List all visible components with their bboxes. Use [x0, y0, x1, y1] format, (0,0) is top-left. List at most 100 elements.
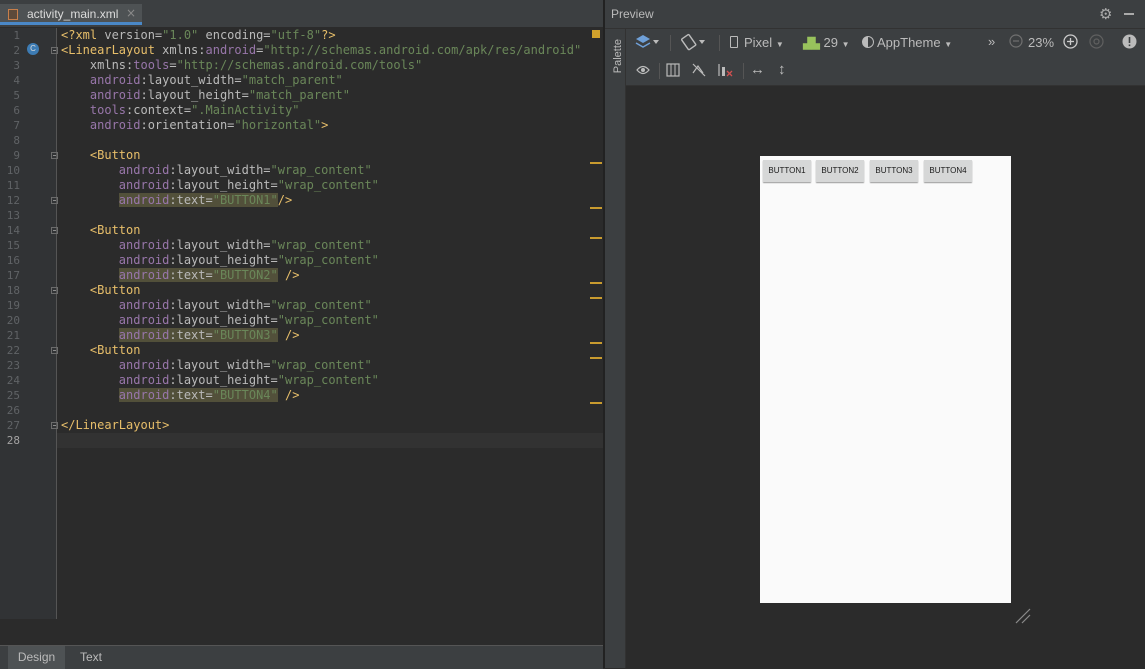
preview-secondary-toolbar: ↔ ↕	[626, 57, 1145, 86]
code-line[interactable]: android:layout_height="wrap_content"	[61, 253, 379, 268]
fold-marker-icon[interactable]	[51, 152, 58, 159]
blueprint-icon[interactable]	[666, 63, 680, 80]
code-token: android	[61, 88, 141, 102]
device-selector[interactable]: Pixel ▼	[730, 35, 784, 50]
horizontal-resize-icon[interactable]: ↔	[750, 61, 765, 78]
preview-button-2[interactable]: BUTTON2	[816, 160, 864, 182]
tab-design[interactable]: Design	[8, 646, 65, 669]
api-level-selector[interactable]: ▟▙ 29 ▼	[803, 35, 850, 50]
code-line[interactable]: <LinearLayout xmlns:android="http://sche…	[61, 43, 581, 58]
code-line[interactable]: xmlns:tools="http://schemas.android.com/…	[61, 58, 422, 73]
editor-tab-label: activity_main.xml	[27, 7, 119, 21]
code-line[interactable]: </LinearLayout>	[61, 418, 169, 433]
device-preview[interactable]: BUTTON1 BUTTON2 BUTTON3 BUTTON4	[760, 156, 1011, 603]
code-line[interactable]: android:text="BUTTON2" />	[61, 268, 299, 283]
code-token: :text=	[169, 193, 213, 207]
code-line[interactable]: android:layout_height="wrap_content"	[61, 373, 379, 388]
line-number: 13	[6, 209, 20, 222]
fold-marker-icon[interactable]	[51, 347, 58, 354]
preview-button-4[interactable]: BUTTON4	[924, 160, 972, 182]
warning-icon[interactable]	[1122, 34, 1137, 52]
code-line[interactable]: <Button	[61, 223, 141, 238]
warning-marker[interactable]	[590, 282, 602, 284]
code-token: :text=	[169, 388, 213, 402]
code-token: android	[205, 43, 257, 57]
warning-marker[interactable]	[590, 237, 602, 239]
warning-marker[interactable]	[590, 357, 602, 359]
tab-text[interactable]: Text	[66, 646, 116, 669]
minimize-icon[interactable]	[1124, 13, 1134, 15]
resize-handle-icon[interactable]	[1014, 607, 1032, 629]
warning-marker[interactable]	[590, 342, 602, 344]
overflow-button[interactable]: »	[988, 34, 995, 49]
code-line[interactable]: android:layout_height="wrap_content"	[61, 178, 379, 193]
code-line[interactable]: <Button	[61, 148, 141, 163]
code-line[interactable]: <Button	[61, 283, 141, 298]
code-line[interactable]: android:layout_width="wrap_content"	[61, 238, 372, 253]
vertical-resize-icon[interactable]: ↕	[778, 61, 786, 78]
code-token: android	[118, 268, 170, 282]
line-number: 21	[6, 329, 20, 342]
code-token: xmlns:	[61, 58, 134, 72]
warning-marker[interactable]	[590, 297, 602, 299]
zoom-reset-icon[interactable]	[1089, 34, 1104, 52]
preview-button-3[interactable]: BUTTON3	[870, 160, 918, 182]
code-line[interactable]: android:orientation="horizontal">	[61, 118, 328, 133]
warning-marker[interactable]	[590, 402, 602, 404]
code-line[interactable]: android:text="BUTTON1"/>	[61, 193, 292, 208]
code-token: "wrap_content"	[270, 298, 372, 312]
code-line[interactable]: android:text="BUTTON4" />	[61, 388, 299, 403]
code-line[interactable]: android:layout_height="wrap_content"	[61, 313, 379, 328]
fold-marker-icon[interactable]	[51, 422, 58, 429]
margins-icon[interactable]	[717, 63, 735, 80]
warning-marker[interactable]	[590, 162, 602, 164]
close-tab-icon[interactable]: ×	[126, 6, 136, 20]
line-number: 12	[6, 194, 20, 207]
code-line[interactable]: android:layout_width="wrap_content"	[61, 298, 372, 313]
layers-icon[interactable]	[634, 33, 660, 54]
fold-marker-icon[interactable]	[51, 47, 58, 54]
code-line[interactable]: tools:context=".MainActivity"	[61, 103, 300, 118]
palette-tab[interactable]: Palette	[612, 39, 624, 73]
code-line[interactable]: android:text="BUTTON3" />	[61, 328, 299, 343]
warning-marker[interactable]	[590, 207, 602, 209]
hide-constraints-icon[interactable]	[691, 63, 707, 80]
code-token: />	[277, 193, 293, 207]
zoom-in-icon[interactable]	[1063, 34, 1078, 52]
eye-icon[interactable]	[636, 64, 650, 79]
fold-marker-icon[interactable]	[51, 287, 58, 294]
code-line[interactable]: android:layout_width="wrap_content"	[61, 163, 372, 178]
code-editor[interactable]: <?xml version="1.0" encoding="utf-8"?> <L…	[57, 28, 603, 619]
code-token: android	[118, 388, 170, 402]
fold-marker-icon[interactable]	[51, 197, 58, 204]
android-icon: ▟▙	[803, 38, 820, 50]
class-icon[interactable]: C	[27, 43, 39, 55]
gear-icon[interactable]: ⚙	[1099, 5, 1112, 23]
fold-marker-icon[interactable]	[51, 227, 58, 234]
code-token: "BUTTON2"	[212, 268, 278, 282]
code-line[interactable]: <?xml version="1.0" encoding="utf-8"?>	[61, 28, 336, 43]
code-line[interactable]: android:layout_height="match_parent"	[61, 88, 350, 103]
code-token: :layout_width=	[169, 163, 271, 177]
theme-selector[interactable]: AppTheme ▼	[862, 35, 952, 50]
code-token: android	[118, 193, 170, 207]
zoom-level: 23%	[1028, 35, 1055, 50]
preview-button-1[interactable]: BUTTON1	[763, 160, 811, 182]
code-token: "horizontal"	[234, 118, 322, 132]
line-number: 27	[6, 419, 20, 432]
code-token: android	[118, 328, 170, 342]
warning-stripe-icon[interactable]	[592, 30, 600, 38]
code-token: >	[321, 118, 329, 132]
line-number: 14	[6, 224, 20, 237]
code-line[interactable]: android:layout_width="wrap_content"	[61, 358, 372, 373]
code-token: "wrap_content"	[277, 313, 379, 327]
orientation-icon[interactable]	[680, 33, 708, 54]
code-token: "match_parent"	[241, 73, 343, 87]
code-line[interactable]: <Button	[61, 343, 141, 358]
current-line-highlight	[57, 433, 603, 448]
zoom-out-icon[interactable]	[1009, 34, 1023, 51]
editor-tab-activity-main[interactable]: activity_main.xml ×	[0, 4, 142, 25]
code-line[interactable]: android:layout_width="match_parent"	[61, 73, 343, 88]
code-token: :text=	[169, 268, 213, 282]
line-number: 2	[13, 44, 20, 57]
